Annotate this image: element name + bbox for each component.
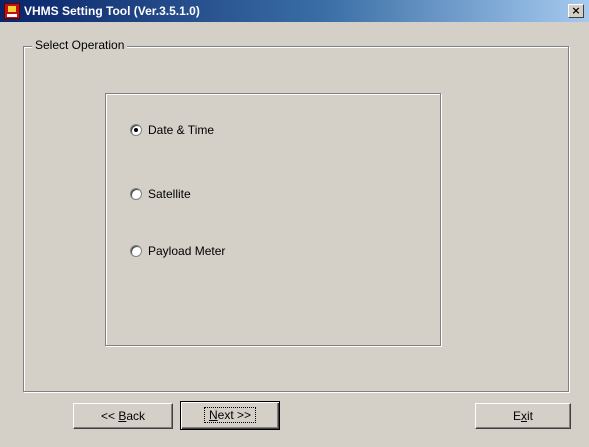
- back-button-rest: ack: [126, 409, 146, 423]
- radio-button-date-time[interactable]: [130, 124, 142, 136]
- radio-button-payload-meter[interactable]: [130, 245, 142, 257]
- close-button[interactable]: ×: [568, 4, 584, 18]
- exit-button-prefix: E: [512, 409, 521, 423]
- radio-button-satellite[interactable]: [130, 188, 142, 200]
- exit-button[interactable]: Exit: [475, 403, 571, 429]
- radio-label-satellite[interactable]: Satellite: [148, 187, 191, 201]
- next-button[interactable]: Next >>: [180, 401, 280, 430]
- group-legend: Select Operation: [32, 38, 128, 52]
- next-button-focus: Next >>: [203, 407, 257, 423]
- radio-satellite[interactable]: Satellite: [130, 186, 191, 202]
- next-button-mnemonic: N: [208, 408, 218, 422]
- vhms-app-icon[interactable]: [4, 3, 20, 19]
- radio-label-payload-meter[interactable]: Payload Meter: [148, 244, 225, 258]
- back-button[interactable]: << Back: [73, 403, 173, 429]
- radio-payload-meter[interactable]: Payload Meter: [130, 243, 225, 259]
- title-bar[interactable]: VHMS Setting Tool (Ver.3.5.1.0) ×: [0, 0, 589, 22]
- window-title: VHMS Setting Tool (Ver.3.5.1.0): [24, 4, 200, 18]
- radio-date-time[interactable]: Date & Time: [130, 122, 214, 138]
- radio-label-date-time[interactable]: Date & Time: [148, 123, 214, 137]
- next-button-rest: ext >>: [217, 408, 252, 422]
- exit-button-rest: it: [527, 409, 533, 423]
- back-button-prefix: <<: [100, 409, 119, 423]
- close-icon: ×: [571, 4, 581, 17]
